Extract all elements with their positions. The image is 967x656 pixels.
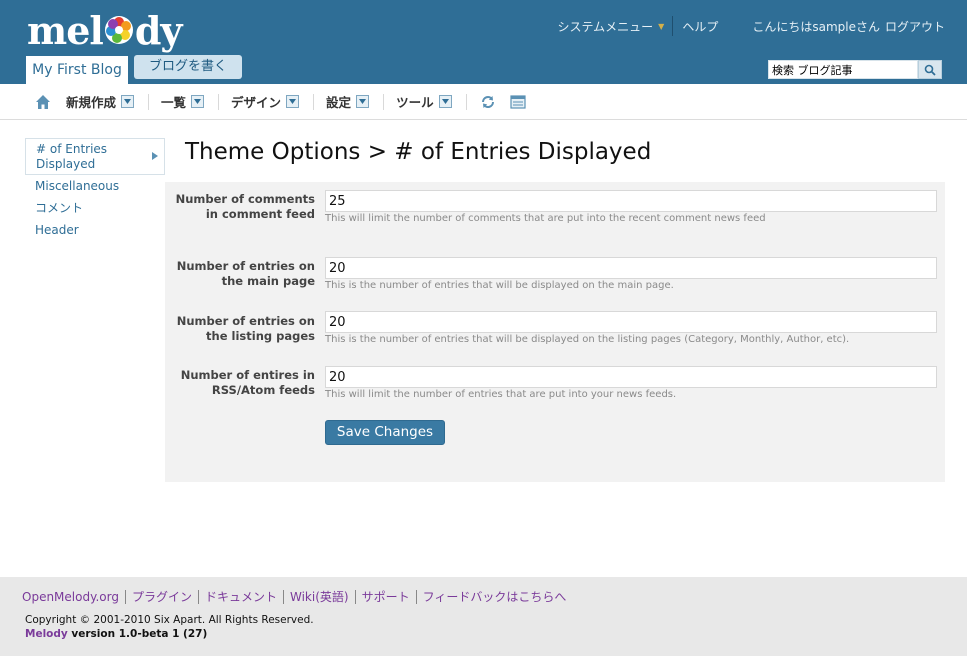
logout-link[interactable]: ログアウト [885,18,945,35]
field-hint: This will limit the number of comments t… [325,213,766,224]
menu-design[interactable]: デザイン [231,92,300,111]
footer-link-openmelody[interactable]: OpenMelody.org [22,590,119,604]
footer-links: OpenMelody.org プラグイン ドキュメント Wiki(英語) サポー… [22,588,566,605]
page-title: Theme Options > # of Entries Displayed [185,139,652,165]
view-site-icon[interactable] [509,93,527,111]
search-box [768,60,942,79]
version-number: version 1.0-beta 1 (27) [67,628,208,640]
menu-tools-label: ツール [396,95,434,110]
footer-link-wiki[interactable]: Wiki(英語) [290,588,349,605]
menu-create-label: 新規作成 [66,95,117,110]
footer: OpenMelody.org プラグイン ドキュメント Wiki(英語) サポー… [0,577,967,656]
divider [383,93,385,110]
search-input[interactable] [768,60,918,79]
version-brand-link[interactable]: Melody [25,628,68,640]
menu-tools[interactable]: ツール [396,92,452,111]
top-navigation: システムメニュー ▼ ヘルプ こんにちはsampleさん ログアウト [558,16,945,36]
menu-list-label: 一覧 [161,95,187,110]
chevron-down-icon [356,95,370,108]
help-link[interactable]: ヘルプ [682,18,718,35]
listing-pages-count-input[interactable] [325,311,937,333]
save-changes-button[interactable]: Save Changes [325,420,445,445]
main-page-count-input[interactable] [325,257,937,279]
field-hint: This is the number of entries that will … [325,334,850,345]
logo-text-left: mel [27,8,104,53]
user-greeting: こんにちはsampleさん [752,19,880,34]
search-button[interactable] [918,60,942,79]
field-label-main-page: Number of entries on the main page [176,259,315,288]
footer-link-support[interactable]: サポート [362,588,410,605]
divider [148,93,150,110]
divider [313,93,315,110]
chevron-down-icon: ▼ [658,21,665,31]
caret-right-icon [152,152,158,160]
divider [415,589,417,604]
system-menu-dropdown[interactable]: システムメニュー ▼ [558,18,673,35]
field-label-comments-feed: Number of comments in comment feed [175,192,315,221]
home-icon[interactable] [34,93,52,111]
divider [283,589,284,604]
sidebar-item-label: # of Entries Displayed [36,142,108,171]
menu-create[interactable]: 新規作成 [66,92,135,111]
sidebar-item-comments[interactable]: コメント [25,197,165,219]
theme-options-sidebar: # of Entries Displayed Miscellaneous コメン… [25,138,165,241]
menu-settings[interactable]: 設定 [326,92,370,111]
menu-settings-label: 設定 [326,95,352,110]
chevron-down-icon [438,95,452,108]
chevron-down-icon [191,95,205,108]
sidebar-item-header[interactable]: Header [25,219,165,241]
divider [672,16,674,36]
header-bar: mel dy システムメニュー ▼ ヘルプ こんにちはsampleさん ログアウ… [0,0,967,84]
flower-logo-icon [104,16,133,44]
rss-feeds-count-input[interactable] [325,366,937,388]
field-hint: This will limit the number of entries th… [325,389,677,400]
melody-logo[interactable]: mel dy [27,8,183,53]
menu-design-label: デザイン [231,95,282,110]
blog-tab[interactable]: My First Blog [26,56,128,84]
copyright-text: Copyright © 2001-2010 Six Apart. All Rig… [25,614,314,626]
options-form: Number of comments in comment feed This … [165,182,945,482]
divider [197,589,199,604]
sidebar-item-miscellaneous[interactable]: Miscellaneous [25,175,165,197]
version-text: Melody version 1.0-beta 1 (27) [25,628,207,640]
footer-link-feedback[interactable]: フィードバックはこちらへ [423,588,567,605]
logo-text-right: dy [134,8,183,53]
sidebar-item-entries-displayed[interactable]: # of Entries Displayed [25,138,165,175]
footer-link-plugins[interactable]: プラグイン [132,588,192,605]
refresh-icon[interactable] [479,93,497,111]
divider [465,93,467,110]
divider [218,93,220,110]
field-label-rss-feeds: Number of entires in RSS/Atom feeds [180,368,315,397]
divider [354,589,356,604]
field-hint: This is the number of entries that will … [325,280,674,291]
chevron-down-icon [121,95,135,108]
chevron-down-icon [286,95,300,108]
system-menu-label: システムメニュー [557,19,654,34]
search-icon [924,64,936,76]
field-label-listing-pages: Number of entries on the listing pages [176,314,315,343]
write-entry-button[interactable]: ブログを書く [134,55,242,79]
comments-feed-count-input[interactable] [325,190,937,212]
main-menu-bar: 新規作成 一覧 デザイン 設定 ツール [0,84,967,120]
menu-list[interactable]: 一覧 [161,92,205,111]
divider [124,589,126,604]
footer-link-documents[interactable]: ドキュメント [205,588,277,605]
